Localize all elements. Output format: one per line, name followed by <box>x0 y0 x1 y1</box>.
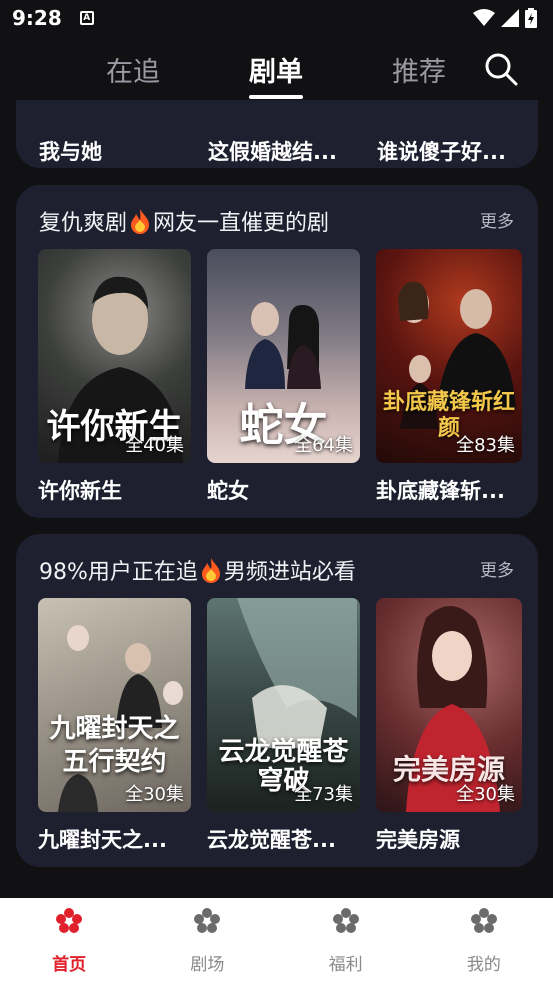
status-bar: 9:28 A <box>0 0 553 36</box>
poster-image[interactable]: 完美房源 全30集 <box>376 598 522 812</box>
poster-image[interactable]: 云龙觉醒苍穹破 全73集 <box>207 598 360 812</box>
battery-icon <box>525 8 537 28</box>
drama-card[interactable]: 蛇女 全64集 蛇女 <box>207 249 360 505</box>
episode-count: 全30集 <box>125 784 184 805</box>
drama-card[interactable]: 完美房源 全30集 完美房源 <box>376 598 522 854</box>
drama-title[interactable]: 完美房源 <box>376 824 522 854</box>
active-tab-indicator <box>249 95 303 99</box>
drama-card[interactable]: 许你新生 全40集 许你新生 <box>38 249 191 505</box>
drama-title[interactable]: 云龙觉醒苍... <box>207 824 360 854</box>
wifi-icon <box>473 9 495 26</box>
tab-recommended[interactable]: 推荐 <box>392 50 446 89</box>
nav-label: 福利 <box>328 955 363 975</box>
nav-rewards[interactable]: 福利 <box>277 898 415 984</box>
status-time: 9:28 <box>12 6 62 30</box>
drama-card[interactable]: 卦底藏锋斩红颜 全83集 卦底藏锋斩... <box>376 249 522 505</box>
nav-label: 剧场 <box>190 955 225 975</box>
episode-count: 全64集 <box>294 435 353 456</box>
drama-title[interactable]: 九曜封天之... <box>38 824 191 854</box>
nav-profile[interactable]: 我的 <box>415 898 553 984</box>
playlist-card-popular: 98%用户正在追 男频进站必看 更多 九曜封天之五行契约 全30集 九曜封天之.… <box>16 534 538 867</box>
content-scroll[interactable]: 我与她 这假婚越结... 谁说傻子好... 复仇爽剧 网友一直催更的剧 更多 许… <box>0 100 553 898</box>
nav-theater[interactable]: 剧场 <box>138 898 276 984</box>
nav-label: 首页 <box>52 955 87 975</box>
bottom-nav: 首页 剧场 福利 我的 <box>0 898 553 984</box>
more-link[interactable]: 更多 <box>480 556 514 581</box>
nav-home[interactable]: 首页 <box>0 898 138 984</box>
poster-image[interactable]: 卦底藏锋斩红颜 全83集 <box>376 249 522 463</box>
flower-icon <box>332 908 359 933</box>
nav-label: 我的 <box>466 955 501 975</box>
peek-item-title[interactable]: 这假婚越结... <box>208 136 337 166</box>
peek-item-title[interactable]: 谁说傻子好... <box>377 136 506 166</box>
section-title: 复仇爽剧 网友一直催更的剧 <box>39 205 329 237</box>
poster-art-text: 九曜封天之五行契约 <box>49 714 180 777</box>
peek-item-title[interactable]: 我与她 <box>39 136 102 166</box>
fire-icon <box>201 558 220 583</box>
episode-count: 全83集 <box>456 435 515 456</box>
tab-playlists[interactable]: 剧单 <box>249 50 303 89</box>
poster-image[interactable]: 许你新生 全40集 <box>38 249 191 463</box>
playlist-card-partial: 我与她 这假婚越结... 谁说傻子好... <box>16 100 538 168</box>
more-link[interactable]: 更多 <box>480 207 514 232</box>
episode-count: 全30集 <box>456 784 515 805</box>
poster-image[interactable]: 九曜封天之五行契约 全30集 <box>38 598 191 812</box>
tab-following[interactable]: 在追 <box>106 50 160 89</box>
playlist-card-revenge: 复仇爽剧 网友一直催更的剧 更多 许你新生 全40集 许你新生 蛇女 全64集 … <box>16 185 538 518</box>
drama-title[interactable]: 许你新生 <box>38 475 191 505</box>
section-title: 98%用户正在追 男频进站必看 <box>39 554 356 586</box>
drama-card[interactable]: 云龙觉醒苍穹破 全73集 云龙觉醒苍... <box>207 598 360 854</box>
drama-card[interactable]: 九曜封天之五行契约 全30集 九曜封天之... <box>38 598 191 854</box>
flower-icon <box>56 908 83 933</box>
fire-icon <box>131 209 150 234</box>
notification-icon: A <box>79 11 94 25</box>
flower-icon <box>470 908 497 933</box>
poster-image[interactable]: 蛇女 全64集 <box>207 249 360 463</box>
episode-count: 全73集 <box>294 784 353 805</box>
drama-title[interactable]: 卦底藏锋斩... <box>376 475 522 505</box>
episode-count: 全40集 <box>125 435 184 456</box>
signal-icon <box>501 9 519 27</box>
top-tab-bar: 在追 剧单 推荐 <box>0 40 553 100</box>
search-icon[interactable] <box>484 52 518 86</box>
flower-icon <box>194 908 221 933</box>
drama-title[interactable]: 蛇女 <box>207 475 360 505</box>
